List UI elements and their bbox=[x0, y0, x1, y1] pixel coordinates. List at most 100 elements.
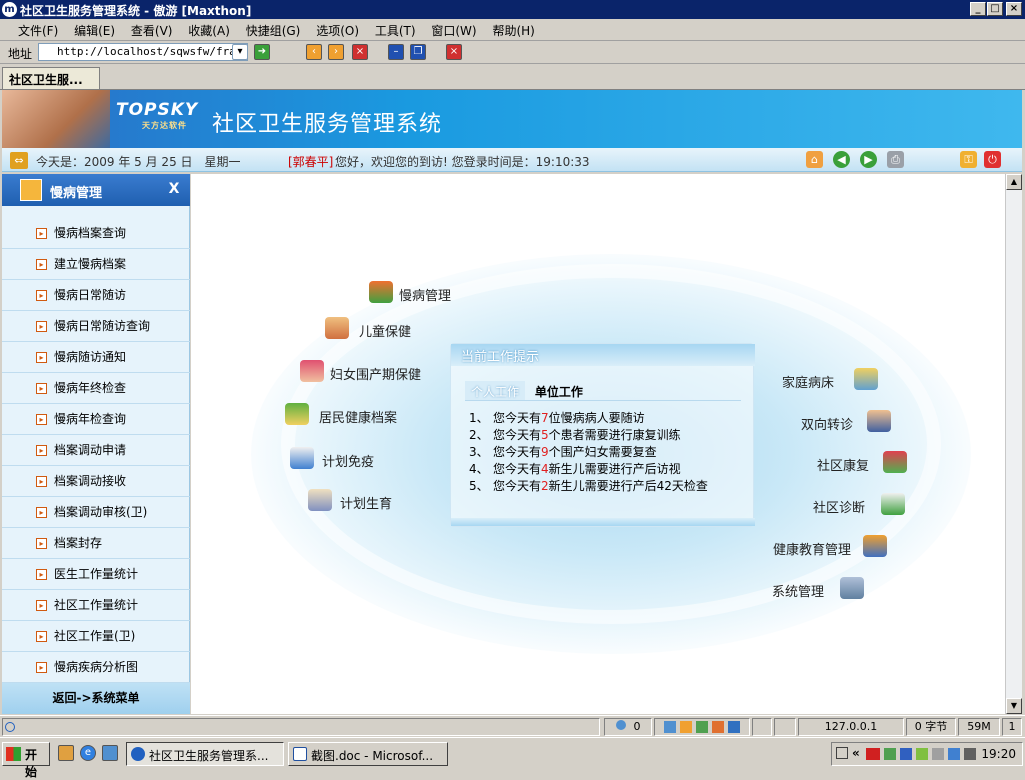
menu-help[interactable]: 帮助(H) bbox=[486, 20, 540, 41]
back-nav-icon[interactable]: ◀ bbox=[833, 151, 850, 168]
task-word[interactable]: 截图.doc - Microsof... bbox=[288, 742, 448, 766]
tab-unit-work[interactable]: 单位工作 bbox=[529, 381, 589, 400]
menu-window[interactable]: 窗口(W) bbox=[425, 20, 482, 41]
tray-icon-5[interactable] bbox=[932, 748, 944, 760]
menu-tools[interactable]: 工具(T) bbox=[369, 20, 422, 41]
sidebar-item[interactable]: ▸ 医生工作量统计 bbox=[2, 559, 190, 590]
sidebar-item[interactable]: ▸ 慢病日常随访查询 bbox=[2, 311, 190, 342]
menu-view[interactable]: 查看(V) bbox=[125, 20, 179, 41]
address-bar: 地址 http://localhost/sqwsfw/frame ▾ ➜ ‹ ›… bbox=[0, 41, 1025, 64]
back-icon[interactable]: ‹ bbox=[306, 44, 322, 60]
menu-favorites[interactable]: 收藏(A) bbox=[182, 20, 236, 41]
stop-icon[interactable]: × bbox=[352, 44, 368, 60]
scroll-down-icon[interactable]: ▼ bbox=[1006, 698, 1022, 714]
vertical-scrollbar[interactable]: ▲ ▼ bbox=[1005, 174, 1022, 714]
forward-nav-icon[interactable]: ▶ bbox=[860, 151, 877, 168]
task-item[interactable]: 5、 您今天有2新生儿需要进行产后42天检查 bbox=[469, 478, 708, 495]
menu-options[interactable]: 选项(O) bbox=[310, 20, 365, 41]
tray-icon-7[interactable] bbox=[964, 748, 976, 760]
sidebar-item[interactable]: ▸ 慢病随访通知 bbox=[2, 342, 190, 373]
task-item[interactable]: 4、 您今天有4新生儿需要进行产后访视 bbox=[469, 461, 708, 478]
sidebar-item[interactable]: ▸ 档案调动接收 bbox=[2, 466, 190, 497]
toggle-arrows-icon[interactable]: ⇔ bbox=[10, 152, 28, 169]
sidebar-item-label: 社区工作量(卫) bbox=[54, 629, 136, 643]
home-icon[interactable]: ⌂ bbox=[806, 151, 823, 168]
minimize-button[interactable]: _ bbox=[970, 2, 986, 16]
back-to-system-menu[interactable]: 返回->系统菜单 bbox=[2, 683, 190, 714]
url-input[interactable]: http://localhost/sqwsfw/frame bbox=[38, 43, 248, 61]
maximize-button[interactable]: □ bbox=[987, 2, 1003, 16]
tab-current[interactable]: 社区卫生服... bbox=[2, 67, 100, 89]
logout-icon[interactable]: ⏻ bbox=[984, 151, 1001, 168]
go-icon[interactable]: ➜ bbox=[254, 44, 270, 60]
sidebar-item[interactable]: ▸ 建立慢病档案 bbox=[2, 249, 190, 280]
sidebar-item[interactable]: ▸ 档案调动审核(卫) bbox=[2, 497, 190, 528]
task-item[interactable]: 2、 您今天有5个患者需要进行康复训练 bbox=[469, 427, 708, 444]
sidebar-item-label: 慢病年检查询 bbox=[54, 412, 127, 426]
status-tool-icon-2[interactable] bbox=[680, 721, 692, 733]
module-diagnosis[interactable]: 社区诊断 bbox=[813, 493, 905, 516]
sidebar-item[interactable]: ▸ 慢病日常随访 bbox=[2, 280, 190, 311]
menu-edit[interactable]: 编辑(E) bbox=[68, 20, 121, 41]
task-maxthon[interactable]: 社区卫生服务管理系... bbox=[126, 742, 284, 766]
module-system-management[interactable]: 系统管理 bbox=[772, 577, 864, 600]
keyboard-icon[interactable] bbox=[836, 747, 848, 759]
status-tool-icon-3[interactable] bbox=[696, 721, 708, 733]
scroll-up-icon[interactable]: ▲ bbox=[1006, 174, 1022, 190]
sidebar-item-label: 慢病档案查询 bbox=[54, 226, 127, 240]
key-icon[interactable]: ⚿ bbox=[960, 151, 977, 168]
sidebar-item[interactable]: ▸ 慢病年检查询 bbox=[2, 404, 190, 435]
module-health-records[interactable]: 居民健康档案 bbox=[285, 403, 397, 426]
welcome-message: 您好，欢迎您的到访! 您登录时间是：19:10:33 bbox=[335, 155, 590, 169]
module-chronic-disease[interactable]: 慢病管理 bbox=[369, 281, 451, 304]
status-tool-icon-1[interactable] bbox=[664, 721, 676, 733]
forward-icon[interactable]: › bbox=[328, 44, 344, 60]
status-tool-icon-5[interactable] bbox=[728, 721, 740, 733]
module-rehabilitation[interactable]: 社区康复 bbox=[817, 451, 907, 474]
sidebar-item[interactable]: ▸ 社区工作量统计 bbox=[2, 590, 190, 621]
arrow-right-icon: ▸ bbox=[36, 476, 47, 487]
tray-icon-2[interactable] bbox=[884, 748, 896, 760]
module-immunization[interactable]: 计划免疫 bbox=[290, 447, 374, 470]
close-window-button[interactable]: × bbox=[1006, 2, 1022, 16]
task-item[interactable]: 1、 您今天有7位慢病病人要随访 bbox=[469, 410, 708, 427]
task-item[interactable]: 3、 您今天有9个围产妇女需要复查 bbox=[469, 444, 708, 461]
tray-expand-icon[interactable]: « bbox=[852, 746, 860, 760]
close-page-icon[interactable]: × bbox=[446, 44, 462, 60]
network-icon[interactable] bbox=[900, 748, 912, 760]
sidebar-close-button[interactable]: X bbox=[164, 178, 184, 200]
sidebar-item[interactable]: ▸ 档案调动申请 bbox=[2, 435, 190, 466]
tray-icon-4[interactable] bbox=[916, 748, 928, 760]
module-home-bed[interactable]: 家庭病床 bbox=[782, 368, 878, 391]
sidebar-item[interactable]: ▸ 慢病档案查询 bbox=[2, 218, 190, 249]
start-button[interactable]: 开始 bbox=[2, 742, 50, 779]
tab-personal-work[interactable]: 个人工作 bbox=[465, 381, 526, 400]
print-icon[interactable]: ⎙ bbox=[887, 151, 904, 168]
volume-icon[interactable] bbox=[948, 748, 960, 760]
sidebar-item[interactable]: ▸ 慢病疾病分析图 bbox=[2, 652, 190, 683]
restore-page-icon[interactable]: ❐ bbox=[410, 44, 426, 60]
status-tool-icons[interactable] bbox=[654, 718, 750, 736]
module-health-education[interactable]: 健康教育管理 bbox=[773, 535, 887, 558]
popup-counter[interactable]: 0 bbox=[604, 718, 652, 736]
sidebar-item[interactable]: ▸ 社区工作量(卫) bbox=[2, 621, 190, 652]
popup-blocker-icon bbox=[615, 720, 626, 730]
quicklaunch-desktop-icon[interactable] bbox=[102, 745, 118, 761]
ati-icon[interactable] bbox=[866, 748, 880, 760]
quicklaunch-ie-icon[interactable]: e bbox=[80, 745, 96, 761]
minimize-page-icon[interactable]: – bbox=[388, 44, 404, 60]
module-referral[interactable]: 双向转诊 bbox=[801, 410, 891, 433]
menu-file[interactable]: 文件(F) bbox=[12, 20, 64, 41]
module-family-planning[interactable]: 计划生育 bbox=[308, 489, 392, 512]
status-empty-cell-2 bbox=[774, 718, 796, 736]
status-tool-icon-4[interactable] bbox=[712, 721, 724, 733]
tab-bar: 社区卫生服... bbox=[0, 64, 1025, 90]
module-maternal-health[interactable]: 妇女围产期保健 bbox=[300, 360, 421, 383]
task-pre: 您今天有 bbox=[493, 479, 542, 493]
menu-shortcut-group[interactable]: 快捷组(G) bbox=[240, 20, 307, 41]
sidebar-item[interactable]: ▸ 档案封存 bbox=[2, 528, 190, 559]
url-dropdown-icon[interactable]: ▾ bbox=[232, 44, 248, 60]
quicklaunch-msn-icon[interactable] bbox=[58, 745, 74, 761]
module-child-health[interactable]: 儿童保健 bbox=[325, 317, 411, 340]
sidebar-item[interactable]: ▸ 慢病年终检查 bbox=[2, 373, 190, 404]
